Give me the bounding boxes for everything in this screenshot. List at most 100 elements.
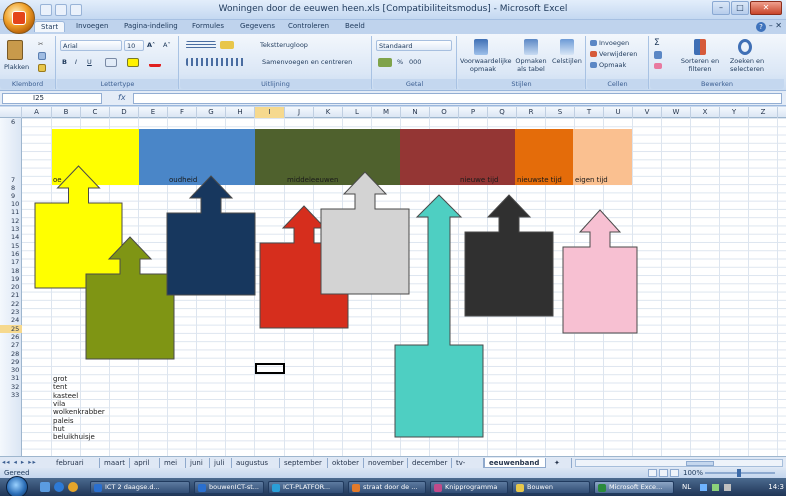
row-header-16[interactable]: 16	[0, 250, 22, 258]
column-header-p[interactable]: P	[459, 107, 488, 118]
sheet-tab-december[interactable]: december	[408, 458, 452, 468]
column-header-e[interactable]: E	[139, 107, 168, 118]
arrow-shape-5[interactable]	[320, 171, 410, 295]
start-button[interactable]	[6, 476, 36, 496]
row-header-10[interactable]: 10	[0, 200, 22, 208]
conditional-format-icon[interactable]	[474, 39, 488, 55]
row-header-24[interactable]: 24	[0, 316, 22, 324]
autosum-button[interactable]: Σ	[654, 39, 660, 48]
cut-icon[interactable]: ✂	[38, 40, 43, 49]
horizontal-align-icons[interactable]	[186, 58, 246, 66]
sheet-tab-oktober[interactable]: oktober	[328, 458, 364, 468]
column-header-c[interactable]: C	[81, 107, 110, 118]
sheet-tab-april[interactable]: april	[130, 458, 160, 468]
column-header-b[interactable]: B	[52, 107, 81, 118]
office-button[interactable]	[3, 2, 35, 34]
format-cells-button[interactable]: Opmaak	[599, 61, 626, 70]
column-header-v[interactable]: V	[633, 107, 662, 118]
column-header-m[interactable]: M	[372, 107, 401, 118]
tab-controleren[interactable]: Controleren	[288, 22, 329, 30]
underline-button[interactable]: U	[87, 58, 92, 67]
taskbar-button-bouwen[interactable]: Bouwen	[512, 481, 590, 494]
paste-icon[interactable]	[7, 40, 23, 60]
row-header-27[interactable]: 27	[0, 341, 22, 349]
merge-center-button[interactable]: Samenvoegen en centreren	[262, 58, 352, 67]
sort-filter-icon[interactable]	[694, 39, 706, 55]
select-all-corner[interactable]	[0, 107, 22, 118]
row-header-31[interactable]: 31	[0, 374, 22, 382]
column-header-n[interactable]: N	[401, 107, 430, 118]
minimize-button[interactable]: –	[712, 1, 730, 15]
column-header-j[interactable]: J	[285, 107, 314, 118]
sheet-tab-november[interactable]: november	[364, 458, 408, 468]
cell-styles-icon[interactable]	[560, 39, 574, 55]
column-header-l[interactable]: L	[343, 107, 372, 118]
column-header-i[interactable]: I	[255, 107, 285, 118]
insert-sheet-icon[interactable]: ✦	[550, 458, 572, 468]
row-header-22[interactable]: 22	[0, 300, 22, 308]
taskbar-button-ict-2-daagse[interactable]: ICT 2 daagse.d...	[90, 481, 190, 494]
column-header-w[interactable]: W	[662, 107, 691, 118]
row-header-29[interactable]: 29	[0, 358, 22, 366]
column-header-o[interactable]: O	[430, 107, 459, 118]
cell-b26[interactable]: grot	[53, 375, 67, 383]
delete-cells-button[interactable]: Verwijderen	[599, 50, 637, 59]
column-header-k[interactable]: K	[314, 107, 343, 118]
row-header-23[interactable]: 23	[0, 308, 22, 316]
column-header-y[interactable]: Y	[720, 107, 749, 118]
security-icon[interactable]	[712, 484, 719, 491]
sheet-tab-juni[interactable]: juni	[186, 458, 210, 468]
format-as-table-icon[interactable]	[524, 39, 538, 55]
page-break-icon[interactable]	[670, 469, 679, 477]
cell-b29[interactable]: vila	[53, 400, 65, 408]
sheet-tab-maart[interactable]: maart	[100, 458, 130, 468]
cell-b30[interactable]: wolkenkrabber	[53, 408, 105, 416]
currency-icon[interactable]	[378, 58, 392, 67]
row-header-8[interactable]: 8	[0, 184, 22, 192]
tab-formules[interactable]: Formules	[192, 22, 224, 30]
row-header-32[interactable]: 32	[0, 383, 22, 391]
sheet-tab-juli[interactable]: juli	[210, 458, 232, 468]
format-as-table-button[interactable]: Opmaken als tabel	[512, 57, 550, 73]
ribbon-window-controls[interactable]: – ✕	[769, 21, 782, 30]
horizontal-scrollbar[interactable]	[575, 459, 783, 467]
sort-filter-button[interactable]: Sorteren en filteren	[680, 57, 720, 73]
orientation-icon[interactable]	[220, 41, 234, 49]
zoom-slider-knob[interactable]	[737, 469, 741, 477]
selected-cell[interactable]	[255, 363, 285, 374]
clear-icon[interactable]	[654, 63, 662, 69]
number-format-select[interactable]: Standaard	[376, 40, 452, 51]
row-header-7[interactable]: 7	[0, 176, 22, 184]
language-indicator[interactable]: NL	[682, 480, 691, 495]
arrow-shape-3[interactable]	[166, 175, 256, 296]
column-header-s[interactable]: S	[546, 107, 575, 118]
maximize-button[interactable]: □	[731, 1, 749, 15]
column-header-u[interactable]: U	[604, 107, 633, 118]
fill-icon[interactable]	[654, 51, 662, 59]
sheet-tab-augustus[interactable]: augustus	[232, 458, 280, 468]
italic-button[interactable]: I	[75, 58, 77, 67]
find-select-icon[interactable]	[738, 39, 752, 55]
format-painter-icon[interactable]	[38, 64, 46, 72]
arrow-shapes[interactable]	[22, 118, 786, 456]
taskbar-button-knipprogramma[interactable]: Knipprogramma	[430, 481, 508, 494]
column-header-g[interactable]: G	[197, 107, 226, 118]
taskbar-button-straat-door-de[interactable]: straat door de ...	[348, 481, 426, 494]
row-header-13[interactable]: 13	[0, 225, 22, 233]
taskbar-button-bouwenict[interactable]: bouwenICT-st...	[194, 481, 264, 494]
row-header-19[interactable]: 19	[0, 275, 22, 283]
insert-function-button[interactable]: fx	[118, 93, 126, 102]
wrap-text-button[interactable]: Tekstterugloop	[260, 41, 308, 50]
row-header-33[interactable]: 33	[0, 391, 22, 399]
column-header-t[interactable]: T	[575, 107, 604, 118]
cell-b33[interactable]: beluikhuisje	[53, 433, 95, 441]
percent-button[interactable]: %	[397, 58, 403, 67]
arrow-shape-8[interactable]	[562, 209, 638, 334]
find-select-button[interactable]: Zoeken en selecteren	[724, 57, 770, 73]
row-header-17[interactable]: 17	[0, 258, 22, 266]
shrink-font-button[interactable]: A˅	[163, 41, 171, 50]
row-header-12[interactable]: 12	[0, 217, 22, 225]
sheet-tab-september[interactable]: september	[280, 458, 328, 468]
row-header-28[interactable]: 28	[0, 350, 22, 358]
column-header-r[interactable]: R	[517, 107, 546, 118]
